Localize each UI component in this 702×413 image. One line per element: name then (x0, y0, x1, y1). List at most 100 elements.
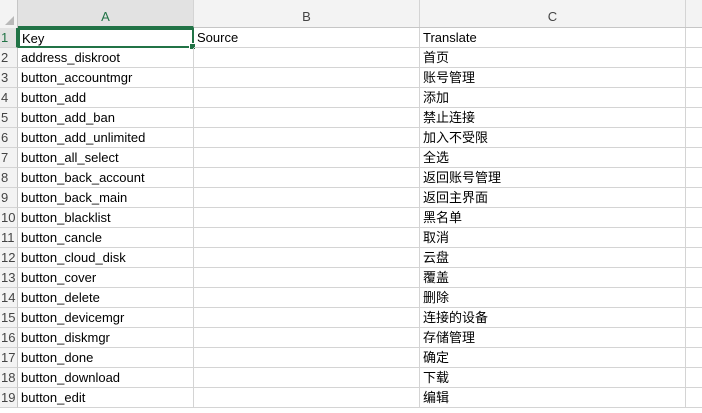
cell-a[interactable]: address_diskroot (18, 48, 194, 68)
cell-a[interactable]: button_cancle (18, 228, 194, 248)
cell-c[interactable]: 返回主界面 (420, 188, 686, 208)
cell-c[interactable]: 连接的设备 (420, 308, 686, 328)
row-header[interactable]: 12 (0, 248, 18, 268)
cell-c[interactable]: Translate (420, 28, 686, 48)
cell-a[interactable]: button_delete (18, 288, 194, 308)
cell-c[interactable]: 取消 (420, 228, 686, 248)
cell-d[interactable] (686, 188, 702, 208)
cell-a[interactable]: button_cloud_disk (18, 248, 194, 268)
cell-b[interactable] (194, 328, 420, 348)
cell-c[interactable]: 禁止连接 (420, 108, 686, 128)
cell-c[interactable]: 删除 (420, 288, 686, 308)
cell-d[interactable] (686, 308, 702, 328)
cell-d[interactable] (686, 268, 702, 288)
row-header[interactable]: 17 (0, 348, 18, 368)
cell-d[interactable] (686, 328, 702, 348)
cell-b[interactable] (194, 108, 420, 128)
cell-d[interactable] (686, 368, 702, 388)
cell-d[interactable] (686, 348, 702, 368)
cell-a[interactable]: button_accountmgr (18, 68, 194, 88)
column-header-a[interactable]: A (18, 0, 194, 28)
cell-c[interactable]: 添加 (420, 88, 686, 108)
row-header[interactable]: 6 (0, 128, 18, 148)
cell-b[interactable] (194, 308, 420, 328)
cell-b[interactable] (194, 48, 420, 68)
cell-c[interactable]: 下载 (420, 368, 686, 388)
cell-c[interactable]: 黑名单 (420, 208, 686, 228)
cell-c[interactable]: 首页 (420, 48, 686, 68)
row-header[interactable]: 10 (0, 208, 18, 228)
cell-d[interactable] (686, 28, 702, 48)
row-header[interactable]: 18 (0, 368, 18, 388)
row-header[interactable]: 8 (0, 168, 18, 188)
cell-c[interactable]: 云盘 (420, 248, 686, 268)
row-header[interactable]: 5 (0, 108, 18, 128)
cell-d[interactable] (686, 168, 702, 188)
cell-a[interactable]: Key (18, 28, 196, 50)
cell-a[interactable]: button_add_ban (18, 108, 194, 128)
cell-b[interactable] (194, 388, 420, 408)
cell-d[interactable] (686, 68, 702, 88)
row-header[interactable]: 2 (0, 48, 18, 68)
cell-c[interactable]: 返回账号管理 (420, 168, 686, 188)
cell-d[interactable] (686, 148, 702, 168)
row-header[interactable]: 15 (0, 308, 18, 328)
column-header-b[interactable]: B (194, 0, 420, 27)
cell-a[interactable]: button_cover (18, 268, 194, 288)
cell-b[interactable] (194, 228, 420, 248)
cell-b[interactable] (194, 88, 420, 108)
cell-a[interactable]: button_add (18, 88, 194, 108)
cell-d[interactable] (686, 88, 702, 108)
cell-b[interactable] (194, 368, 420, 388)
cell-d[interactable] (686, 48, 702, 68)
cell-a[interactable]: button_blacklist (18, 208, 194, 228)
cell-a[interactable]: button_devicemgr (18, 308, 194, 328)
cell-b[interactable] (194, 168, 420, 188)
cell-b[interactable] (194, 208, 420, 228)
row-header[interactable]: 1 (0, 28, 18, 48)
cell-d[interactable] (686, 288, 702, 308)
cell-d[interactable] (686, 128, 702, 148)
cell-b[interactable] (194, 268, 420, 288)
cell-d[interactable] (686, 248, 702, 268)
cell-a[interactable]: button_diskmgr (18, 328, 194, 348)
cell-b[interactable] (194, 188, 420, 208)
cell-b[interactable] (194, 348, 420, 368)
cell-a[interactable]: button_add_unlimited (18, 128, 194, 148)
cell-b[interactable] (194, 148, 420, 168)
row-header[interactable]: 9 (0, 188, 18, 208)
row-header[interactable]: 4 (0, 88, 18, 108)
cell-c[interactable]: 确定 (420, 348, 686, 368)
cell-d[interactable] (686, 208, 702, 228)
cell-b[interactable] (194, 248, 420, 268)
cell-c[interactable]: 覆盖 (420, 268, 686, 288)
cell-b[interactable] (194, 128, 420, 148)
cell-c[interactable]: 全选 (420, 148, 686, 168)
cell-a[interactable]: button_all_select (18, 148, 194, 168)
row-header[interactable]: 16 (0, 328, 18, 348)
cell-a[interactable]: button_download (18, 368, 194, 388)
cell-a[interactable]: button_edit (18, 388, 194, 408)
row-header[interactable]: 19 (0, 388, 18, 408)
row-header[interactable]: 11 (0, 228, 18, 248)
column-header-c[interactable]: C (420, 0, 686, 27)
cell-a[interactable]: button_back_account (18, 168, 194, 188)
cell-c[interactable]: 加入不受限 (420, 128, 686, 148)
row-header[interactable]: 7 (0, 148, 18, 168)
cell-a[interactable]: button_done (18, 348, 194, 368)
cell-d[interactable] (686, 388, 702, 408)
cell-b[interactable] (194, 288, 420, 308)
row-header[interactable]: 13 (0, 268, 18, 288)
cell-c[interactable]: 账号管理 (420, 68, 686, 88)
cell-b[interactable]: Source (194, 28, 420, 48)
row-header[interactable]: 3 (0, 68, 18, 88)
cell-d[interactable] (686, 228, 702, 248)
row-header[interactable]: 14 (0, 288, 18, 308)
column-header-d[interactable] (686, 0, 702, 27)
cell-c[interactable]: 编辑 (420, 388, 686, 408)
cell-d[interactable] (686, 108, 702, 128)
cell-b[interactable] (194, 68, 420, 88)
cell-c[interactable]: 存储管理 (420, 328, 686, 348)
select-all-corner[interactable] (0, 0, 18, 28)
cell-a[interactable]: button_back_main (18, 188, 194, 208)
